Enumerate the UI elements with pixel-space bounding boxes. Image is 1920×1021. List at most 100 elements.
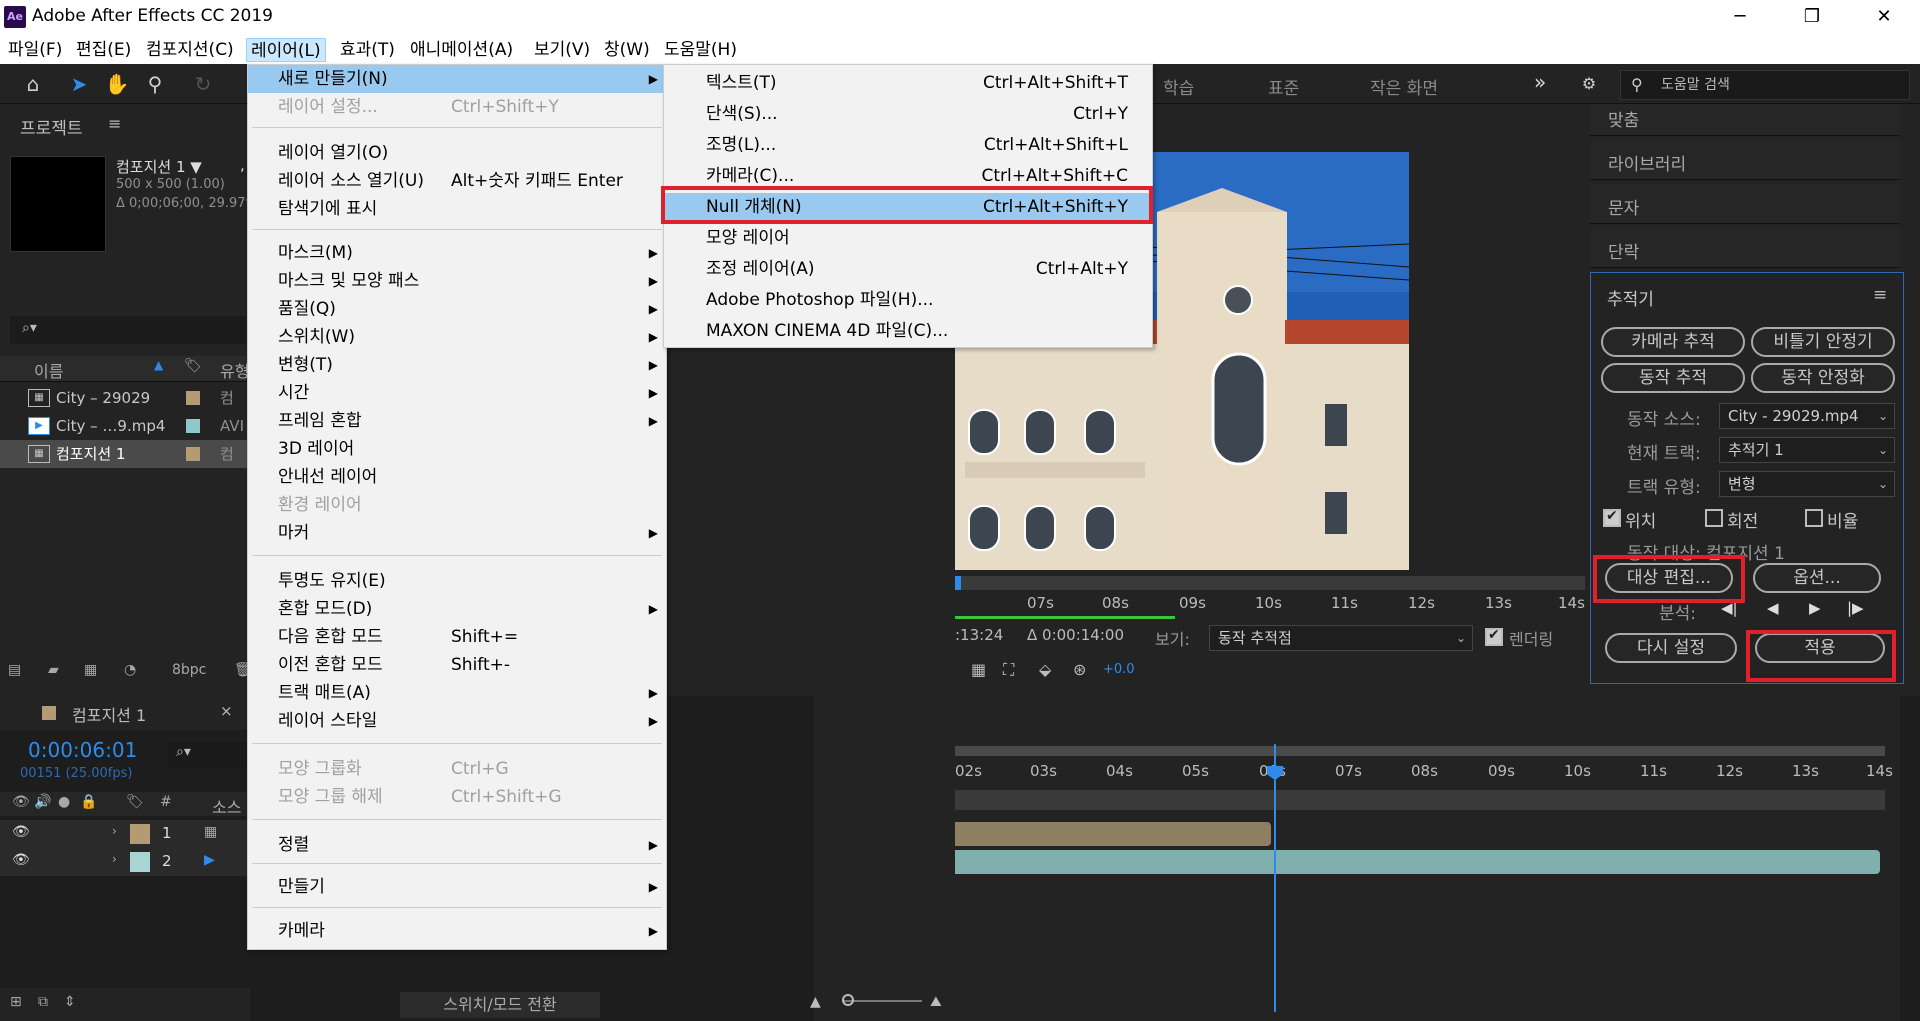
stabilize-motion-button[interactable]: 동작 안정화 xyxy=(1751,363,1895,393)
track-camera-button[interactable]: 카메라 추적 xyxy=(1601,327,1745,357)
menu-item-open-layer[interactable]: 레이어 열기(O) xyxy=(248,139,666,167)
analyze-forward-frame-button[interactable]: |▶ xyxy=(1847,599,1864,617)
project-search-input[interactable]: ⌕▾ xyxy=(10,316,246,344)
menu-item-quality[interactable]: 품질(Q) ▶ xyxy=(248,295,666,323)
label-tag-icon[interactable]: 🏷 xyxy=(126,794,144,810)
layer-row[interactable]: 👁 › 2 ▶ xyxy=(0,848,250,876)
project-item[interactable]: ▦ City – 29029 컴 xyxy=(0,384,250,412)
menu-item-environment-layer[interactable]: 환경 레이어 xyxy=(248,491,666,519)
menu-window[interactable]: 창(W) xyxy=(600,38,654,62)
submenu-item-text[interactable]: 텍스트(T) Ctrl+Alt+Shift+T xyxy=(664,69,1152,98)
sort-ascending-icon[interactable]: ▲ xyxy=(154,358,163,372)
menu-view[interactable]: 보기(V) xyxy=(530,38,594,62)
workspace-overflow-icon[interactable]: » xyxy=(1534,70,1546,94)
zoom-in-icon[interactable]: ⛰ xyxy=(930,994,942,1010)
submenu-item-light[interactable]: 조명(L)... Ctrl+Alt+Shift+L xyxy=(664,131,1152,160)
new-composition-icon[interactable]: ▦ xyxy=(84,662,97,678)
rotate-tool-icon[interactable]: ↻ xyxy=(188,70,218,98)
menu-edit[interactable]: 편집(E) xyxy=(72,38,135,62)
menu-item-layer-settings[interactable]: 레이어 설정... Ctrl+Shift+Y xyxy=(248,93,666,121)
interpret-footage-icon[interactable]: ▤ xyxy=(8,662,21,678)
current-timecode[interactable]: 0:00:06:01 xyxy=(28,738,137,762)
column-source[interactable]: 소스 xyxy=(212,794,241,818)
work-area[interactable] xyxy=(955,790,1885,810)
position-checkbox[interactable] xyxy=(1603,508,1621,527)
menu-layer[interactable]: 레이어(L) xyxy=(246,38,326,62)
submenu-item-camera[interactable]: 카메라(C)... Ctrl+Alt+Shift+C xyxy=(664,162,1152,191)
menu-item-new[interactable]: 새로 만들기(N) ▶ xyxy=(248,65,666,93)
current-track-select[interactable]: 추적기 1 ⌄ xyxy=(1719,437,1895,463)
analyze-back-frame-button[interactable]: ◀| xyxy=(1721,599,1738,617)
viewer-nav-handle[interactable] xyxy=(955,576,961,590)
comp-name[interactable]: 컴포지션 1 ▼ xyxy=(116,156,202,177)
menu-item-arrange[interactable]: 정렬 ▶ xyxy=(248,831,666,859)
zoom-slider[interactable] xyxy=(842,1000,922,1002)
hand-tool-icon[interactable]: ✋ xyxy=(102,70,132,98)
help-search-input[interactable]: ⚲ 도움말 검색 xyxy=(1620,70,1910,100)
label-tag-icon[interactable]: 🏷 xyxy=(184,358,202,374)
timeline-tab-close-icon[interactable]: × xyxy=(220,702,233,720)
reset-button[interactable]: 다시 설정 xyxy=(1605,633,1737,663)
menu-item-previous-blending-mode[interactable]: 이전 혼합 모드 Shift+- xyxy=(248,651,666,679)
edit-target-button[interactable]: 대상 편집... xyxy=(1605,563,1733,593)
menu-item-camera[interactable]: 카메라 ▶ xyxy=(248,917,666,945)
column-name[interactable]: 이름 xyxy=(34,358,63,382)
panel-paragraph[interactable]: 단락 xyxy=(1590,228,1900,268)
submenu-item-shape-layer[interactable]: 모양 레이어 xyxy=(664,224,1152,253)
tracker-menu-icon[interactable]: ≡ xyxy=(1873,285,1887,305)
submenu-item-solid[interactable]: 단색(S)... Ctrl+Y xyxy=(664,100,1152,129)
layer-bar-2[interactable] xyxy=(955,850,1880,874)
label-color-swatch[interactable] xyxy=(130,852,150,872)
time-navigator[interactable] xyxy=(955,746,1885,756)
workspace-settings-icon[interactable]: ⚙ xyxy=(1574,70,1604,98)
analyze-forward-button[interactable]: ▶ xyxy=(1809,599,1821,617)
tracker-title[interactable]: 추적기 xyxy=(1607,285,1654,310)
project-settings-icon[interactable]: ◔ xyxy=(124,662,136,678)
zoom-slider-handle[interactable] xyxy=(842,994,854,1006)
menu-effect[interactable]: 효과(T) xyxy=(336,38,399,62)
menu-item-transform[interactable]: 변형(T) ▶ xyxy=(248,351,666,379)
menu-item-mask-shape-path[interactable]: 마스크 및 모양 패스 ▶ xyxy=(248,267,666,295)
workspace-tab-learn[interactable]: 학습 xyxy=(1163,74,1194,99)
menu-file[interactable]: 파일(F) xyxy=(4,38,66,62)
menu-item-markers[interactable]: 마커 ▶ xyxy=(248,519,666,547)
warp-stabilizer-button[interactable]: 비틀기 안정기 xyxy=(1751,327,1895,357)
shy-icon[interactable]: ⇕ xyxy=(64,994,76,1010)
zoom-tool-icon[interactable]: ⚲ xyxy=(140,70,170,98)
submenu-item-photoshop-file[interactable]: Adobe Photoshop 파일(H)... xyxy=(664,286,1152,315)
rotation-checkbox[interactable] xyxy=(1705,509,1723,527)
label-color-swatch[interactable] xyxy=(130,824,150,844)
menu-item-open-layer-source[interactable]: 레이어 소스 열기(U) Alt+숫자 키패드 Enter xyxy=(248,167,666,195)
zoom-out-icon[interactable]: ▲ xyxy=(810,994,821,1010)
eye-icon[interactable]: 👁 xyxy=(12,794,30,810)
bit-depth-label[interactable]: 8bpc xyxy=(172,662,206,678)
track-motion-button[interactable]: 동작 추적 xyxy=(1601,363,1745,393)
menu-item-group-shapes[interactable]: 모양 그룹화 Ctrl+G xyxy=(248,755,666,783)
menu-item-track-matte[interactable]: 트랙 매트(A) ▶ xyxy=(248,679,666,707)
comp-flowchart-icon[interactable]: ⊞ xyxy=(10,994,22,1010)
menu-item-next-blending-mode[interactable]: 다음 혼합 모드 Shift+= xyxy=(248,623,666,651)
audio-icon[interactable]: 🔊 xyxy=(34,794,51,810)
options-button[interactable]: 옵션... xyxy=(1753,563,1881,593)
viewer-time-navigator[interactable] xyxy=(955,576,1585,590)
render-checkbox[interactable] xyxy=(1485,627,1503,646)
view-select[interactable]: 동작 추적점 ⌄ xyxy=(1209,625,1473,651)
selection-tool-icon[interactable]: ➤ xyxy=(64,70,94,98)
scale-checkbox[interactable] xyxy=(1805,509,1823,527)
menu-item-guide-layer[interactable]: 안내선 레이어 xyxy=(248,463,666,491)
menu-item-layer-styles[interactable]: 레이어 스타일 ▶ xyxy=(248,707,666,735)
new-folder-icon[interactable]: ▰ xyxy=(48,662,59,678)
label-color-swatch[interactable] xyxy=(186,391,200,405)
timeline-search-input[interactable]: ⌕▾ xyxy=(168,742,248,768)
menu-help[interactable]: 도움말(H) xyxy=(660,38,741,62)
menu-item-reveal-in-explorer[interactable]: 탐색기에 표시 xyxy=(248,195,666,223)
visibility-eye-icon[interactable]: 👁 xyxy=(12,824,30,840)
visibility-eye-icon[interactable]: 👁 xyxy=(12,852,30,868)
color-management-icon[interactable]: ⊛ xyxy=(1073,660,1086,679)
snapshot-icon[interactable]: ⬙ xyxy=(1039,660,1051,679)
column-type[interactable]: 유형 xyxy=(220,358,249,382)
menu-item-create[interactable]: 만들기 ▶ xyxy=(248,873,666,901)
timeline-playhead[interactable] xyxy=(1274,744,1276,1012)
menu-item-3d-layer[interactable]: 3D 레이어 xyxy=(248,435,666,463)
region-of-interest-icon[interactable]: ⛶ xyxy=(1003,660,1014,680)
